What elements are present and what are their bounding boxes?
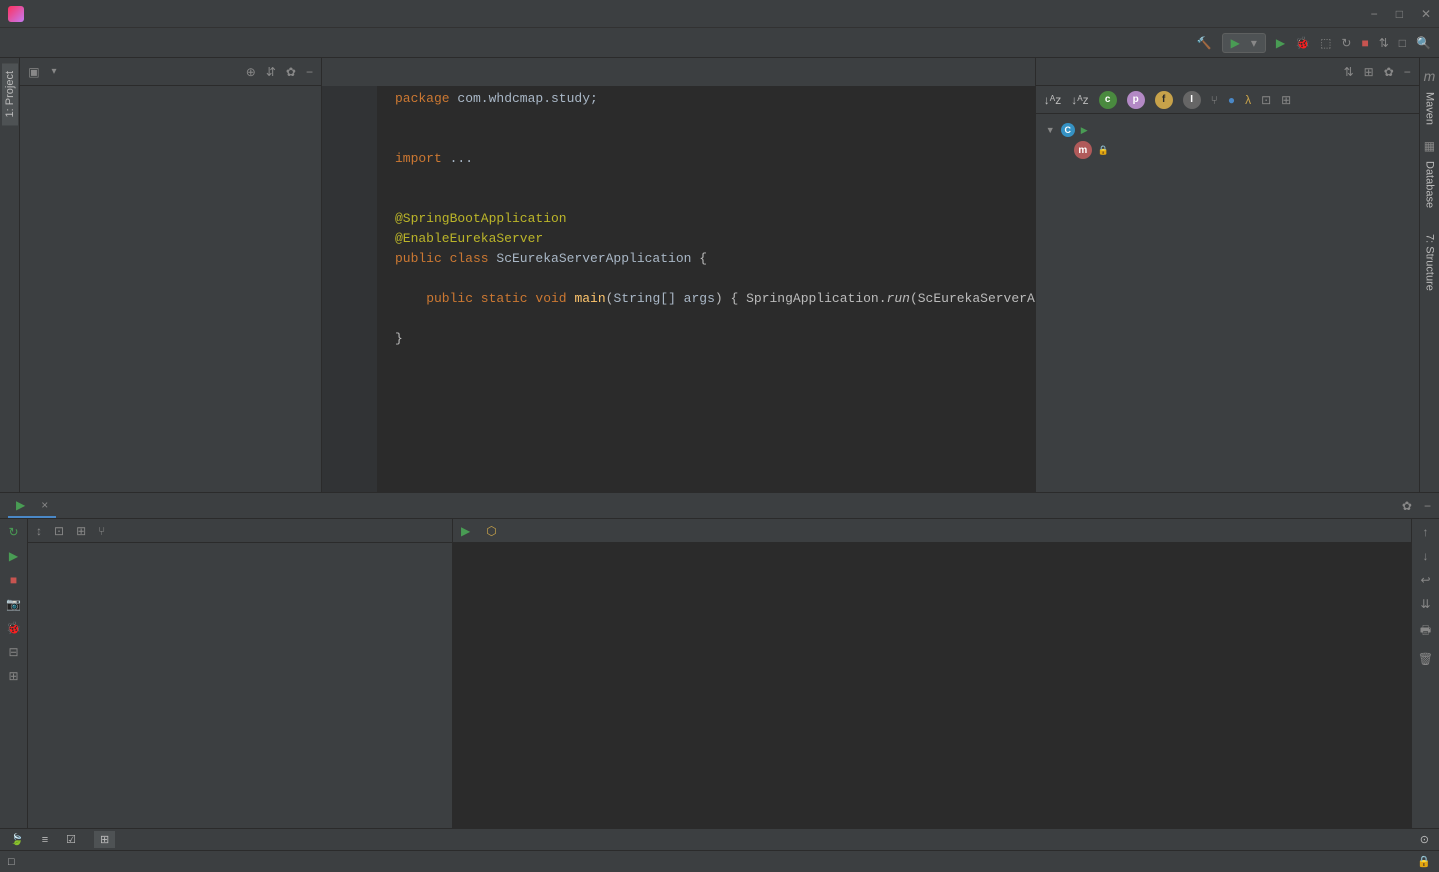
lambda-filter-icon[interactable]: ● [1228, 93, 1235, 107]
editor-tabs [322, 58, 1035, 86]
anon-filter-icon[interactable]: ⑂ [1211, 93, 1218, 107]
line-gutter[interactable] [322, 86, 377, 492]
event-log-tab[interactable]: ⊙ [1420, 833, 1429, 846]
lock-icon[interactable]: 🔒 [1417, 855, 1431, 868]
console-area: ▶ ⬡ [453, 519, 1411, 828]
sort-alpha-icon[interactable]: ↓ᴬᴢ [1044, 93, 1061, 107]
autoscroll-icon[interactable]: ⊡ [1261, 93, 1271, 107]
todo-tab[interactable]: ☑ [66, 833, 76, 846]
sort-icon[interactable]: ⇅ [1344, 65, 1354, 79]
method-icon: m [1074, 141, 1092, 159]
project-tool-tab[interactable]: 1: Project [2, 63, 18, 125]
services-left-toolbar: ↻ ▶ ■ 📷 🐞 ⊟ ⊞ [0, 519, 28, 828]
app-icon [8, 6, 24, 22]
main-content: 1: Project ▣ ▾ ⊕ ⇵ ✿ − package com.whdcm… [0, 58, 1439, 492]
status-icon[interactable]: □ [8, 856, 15, 868]
profile-button[interactable]: ↻ [1341, 36, 1351, 50]
messages-tab[interactable]: ≡ [42, 834, 48, 846]
console-output[interactable] [453, 543, 1411, 828]
hide-structure-icon[interactable]: − [1404, 65, 1411, 79]
down-icon[interactable]: ↓ [1423, 549, 1429, 563]
status-bar: □ 🔒 [0, 850, 1439, 872]
debug-button[interactable]: 🐞 [1295, 36, 1310, 50]
console-right-toolbar: ↑ ↓ ↩ ⇊ 🖶 🗑 [1411, 519, 1439, 828]
code-content[interactable]: package com.whdcmap.study; import ... @S… [377, 86, 1035, 492]
class-filter-icon[interactable]: c [1099, 91, 1117, 109]
services-gear-icon[interactable]: ✿ [1402, 499, 1412, 513]
run-icon[interactable]: ▶ [9, 549, 18, 563]
spring-tab[interactable]: 🍃 [10, 833, 24, 846]
inherited-filter-icon[interactable]: I [1183, 91, 1201, 109]
structure-tree[interactable]: ▼ C ▶ m 🔒 [1036, 114, 1419, 166]
window-controls: − □ ✕ [1371, 7, 1431, 21]
collapse-icon[interactable]: ⇵ [266, 65, 276, 79]
database-tab[interactable]: Database [1421, 153, 1437, 216]
titlebar: − □ ✕ [0, 0, 1439, 28]
up-icon[interactable]: ↑ [1423, 525, 1429, 539]
services-hide-icon[interactable]: − [1424, 499, 1431, 513]
maven-icon[interactable]: m [1424, 68, 1436, 84]
property-filter-icon[interactable]: p [1127, 91, 1145, 109]
expand-icon[interactable]: ⊞ [1364, 65, 1374, 79]
services-panel: ▶× ✿ − ↻ ▶ ■ 📷 🐞 ⊟ ⊞ ↕ ⊡ ⊞ ⑂ ▶ [0, 492, 1439, 828]
filter-icon[interactable]: ⊟ [8, 645, 18, 659]
gear-icon[interactable]: ✿ [1384, 65, 1394, 79]
search-button[interactable]: □ [1399, 36, 1406, 50]
project-tree[interactable] [20, 86, 321, 492]
run-config-selector[interactable]: ▶ ▾ [1222, 33, 1266, 53]
autoscroll2-icon[interactable]: ⊞ [1281, 93, 1291, 107]
flat-icon[interactable]: ⊡ [54, 524, 64, 538]
bottom-tool-tabs: 🍃 ≡ ☑ ⊞ ⊙ [0, 828, 1439, 850]
right-tool-strip: m Maven ▦ Database 7: Structure [1419, 58, 1439, 492]
coverage-button[interactable]: ⬚ [1320, 36, 1331, 50]
clear-icon[interactable]: 🗑 [1418, 652, 1433, 666]
share-icon[interactable]: ⑂ [98, 524, 105, 538]
maven-tab[interactable]: Maven [1421, 84, 1437, 133]
editor-area: package com.whdcmap.study; import ... @S… [322, 58, 1035, 492]
expand-all-icon[interactable]: ↕ [36, 524, 42, 538]
group-icon[interactable]: ⊞ [76, 524, 86, 538]
console-tab[interactable]: ▶ [461, 524, 470, 538]
run-button[interactable]: ▶ [1276, 36, 1285, 50]
bug-icon[interactable]: 🐞 [6, 621, 21, 635]
rerun-icon[interactable]: ↻ [8, 525, 18, 539]
lambda2-icon[interactable]: λ [1245, 93, 1251, 107]
left-tool-strip: 1: Project [0, 58, 20, 492]
navigation-bar: 🔨 ▶ ▾ ▶ 🐞 ⬚ ↻ ■ ⇅ □ 🔍 [0, 28, 1439, 58]
layout-icon[interactable]: ⊞ [8, 669, 18, 683]
maximize-button[interactable]: □ [1396, 7, 1403, 21]
structure-panel: ⇅ ⊞ ✿ − ↓ᴬᴢ ↓ᴬᴢ c p f I ⑂ ● λ ⊡ ⊞ ▼ C ▶ [1035, 58, 1419, 492]
project-panel: ▣ ▾ ⊕ ⇵ ✿ − [20, 58, 322, 492]
stop-button[interactable]: ■ [1361, 36, 1368, 50]
wrap-icon[interactable]: ↩ [1420, 573, 1430, 587]
locate-icon[interactable]: ⊕ [246, 65, 256, 79]
settings-icon[interactable]: ✿ [286, 65, 296, 79]
structure-tab[interactable]: 7: Structure [1421, 226, 1437, 299]
build-icon[interactable]: 🔨 [1197, 36, 1212, 50]
update-button[interactable]: ⇅ [1379, 36, 1389, 50]
services-tree[interactable] [28, 543, 452, 551]
print-icon[interactable]: 🖶 [1420, 621, 1431, 642]
services-tab[interactable]: ⊞ [94, 831, 115, 848]
sort-visibility-icon[interactable]: ↓ᴬᴢ [1071, 93, 1088, 107]
scroll-icon[interactable]: ⇊ [1420, 597, 1430, 611]
editor-body[interactable]: package com.whdcmap.study; import ... @S… [322, 86, 1035, 492]
camera-icon[interactable]: 📷 [6, 597, 21, 611]
minimize-button[interactable]: − [1371, 7, 1378, 21]
search-everywhere-icon[interactable]: 🔍 [1416, 36, 1431, 50]
hide-icon[interactable]: − [306, 65, 313, 79]
field-filter-icon[interactable]: f [1155, 91, 1173, 109]
close-button[interactable]: ✕ [1421, 7, 1431, 21]
database-icon[interactable]: ▦ [1424, 139, 1435, 153]
stop-icon[interactable]: ■ [10, 573, 17, 587]
services-tree-panel: ↕ ⊡ ⊞ ⑂ [28, 519, 453, 828]
endpoints-tab[interactable]: ⬡ [486, 524, 496, 538]
run-dashboard-tab[interactable]: ▶× [8, 494, 56, 518]
